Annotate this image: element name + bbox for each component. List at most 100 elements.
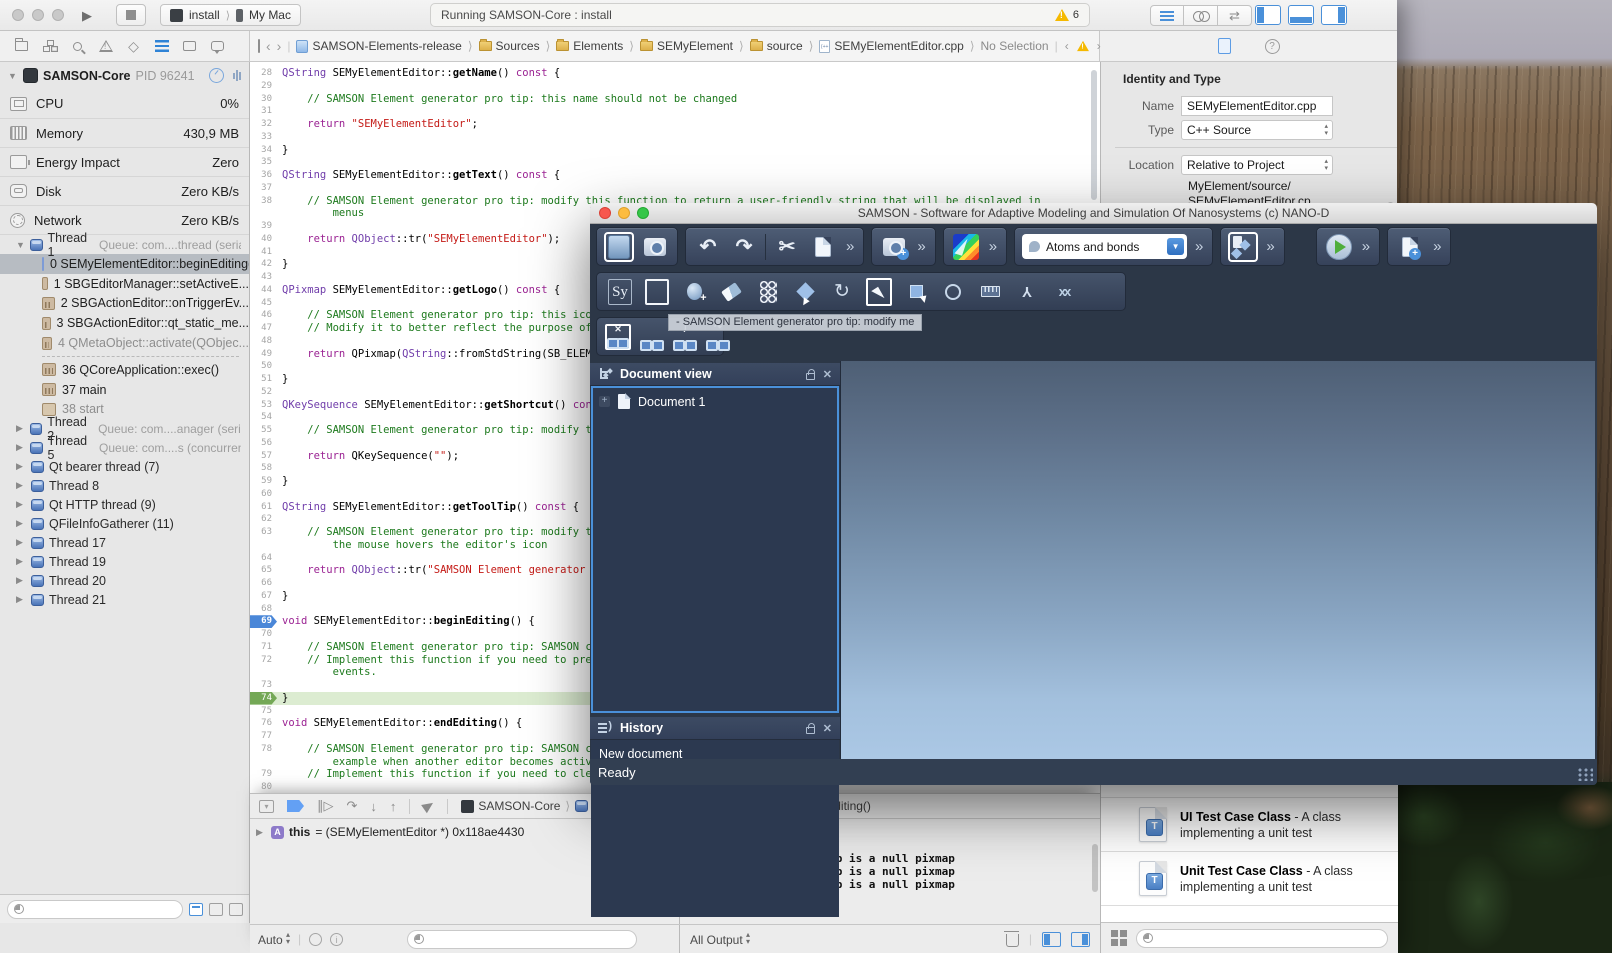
line-number-gutter[interactable]: 39	[250, 220, 277, 233]
stack-frame-row[interactable]: 36 QCoreApplication::exec()	[0, 360, 249, 380]
overflow-chevron-icon[interactable]: »	[1360, 238, 1372, 255]
rotate-view-tool-button[interactable]	[940, 278, 966, 306]
line-number-gutter[interactable]	[250, 539, 277, 552]
zoom-button[interactable]	[637, 207, 649, 219]
library-item[interactable]: UI Test Case Class - A class implementin…	[1101, 798, 1398, 852]
thread-row[interactable]: ▶Thread 8	[0, 476, 249, 495]
console-scrollbar[interactable]	[1092, 844, 1098, 892]
breadcrumb-item[interactable]: SAMSON-Elements-release	[296, 39, 461, 53]
line-number-gutter[interactable]: 35	[250, 156, 277, 169]
line-number-gutter[interactable]: 47	[250, 322, 277, 335]
screenshot-button[interactable]	[640, 232, 670, 262]
disclosure-icon[interactable]: ▶	[256, 827, 266, 838]
thread-row[interactable]: ▶Thread 17	[0, 533, 249, 552]
line-number-gutter[interactable]: 45	[250, 297, 277, 310]
report-navigator-tab[interactable]	[210, 39, 225, 54]
stack-frame-row[interactable]: 38 start	[0, 400, 249, 420]
twist-tool-button[interactable]: xx	[1051, 278, 1077, 306]
line-number-gutter[interactable]: 63	[250, 526, 277, 539]
test-navigator-tab[interactable]: ◇	[126, 39, 141, 54]
node-editor-button[interactable]	[1228, 232, 1258, 262]
show-variables-pane-button[interactable]	[1042, 932, 1061, 947]
profile-icon[interactable]	[233, 70, 241, 81]
measure-tool-button[interactable]	[977, 278, 1003, 306]
stack-frame-row[interactable]: 2 SBGActionEditor::onTriggerEv...	[0, 294, 249, 314]
gauge-row-memory[interactable]: Memory430,9 MB	[0, 118, 249, 147]
lock-icon[interactable]	[806, 727, 815, 734]
stack-frame-row[interactable]: 37 main	[0, 380, 249, 400]
document-view-header[interactable]: Document view ✕	[590, 363, 840, 386]
symbol-navigator-tab[interactable]	[42, 39, 57, 54]
breadcrumb-item[interactable]: No Selection	[981, 39, 1049, 53]
line-number-gutter[interactable]: 56	[250, 437, 277, 450]
overflow-chevron-icon[interactable]: »	[1264, 238, 1276, 255]
stop-button[interactable]	[116, 4, 146, 26]
debug-navigator-tab[interactable]	[154, 39, 169, 54]
continue-button[interactable]: ∥▷	[317, 798, 334, 814]
close-panel-icon[interactable]: ✕	[823, 722, 832, 735]
library-item[interactable]: Unit Test Case Class - A class implement…	[1101, 852, 1398, 906]
document-item[interactable]: +Document 1	[593, 388, 837, 415]
thread-row[interactable]: ▶Thread 21	[0, 590, 249, 609]
line-number-gutter[interactable]: 34	[250, 144, 277, 157]
line-number-gutter[interactable]: 38	[250, 195, 277, 208]
color-scheme-button[interactable]	[951, 232, 981, 262]
stack-frame-row[interactable]: 1 SBGEditorManager::setActiveE...	[0, 274, 249, 294]
line-number-gutter[interactable]	[250, 756, 277, 769]
warning-badge[interactable]: 6	[1055, 9, 1079, 21]
help-inspector-tab[interactable]: ?	[1265, 39, 1280, 54]
minimize-button[interactable]	[618, 207, 630, 219]
related-items-icon[interactable]	[258, 39, 260, 53]
thread-row[interactable]: ▶Qt HTTP thread (9)	[0, 495, 249, 514]
run-button[interactable]: ▶	[82, 8, 92, 24]
gauge-row-energy-impact[interactable]: Energy ImpactZero	[0, 147, 249, 176]
disclosure-icon[interactable]: ▼	[16, 240, 25, 250]
name-field[interactable]: SEMyElementEditor.cpp	[1181, 96, 1333, 116]
copy-button[interactable]	[808, 232, 838, 262]
line-number-gutter[interactable]: 43	[250, 271, 277, 284]
previous-issue-button[interactable]: ‹	[1065, 39, 1069, 53]
line-number-gutter[interactable]: 80	[250, 781, 277, 793]
add-atom-tool-button[interactable]	[681, 278, 707, 306]
eraser-tool-button[interactable]	[718, 278, 744, 306]
line-number-gutter[interactable]: 52	[250, 386, 277, 399]
type-dropdown[interactable]: C++ Source▴▾	[1181, 120, 1333, 140]
line-number-gutter[interactable]: 41	[250, 246, 277, 259]
line-number-gutter[interactable]: 76	[250, 717, 277, 730]
line-number-gutter[interactable]: 61	[250, 501, 277, 514]
library-search-field[interactable]	[1136, 929, 1388, 948]
line-number-gutter[interactable]: 58	[250, 462, 277, 475]
pointer-tool-button[interactable]	[866, 278, 892, 306]
console-output-dropdown[interactable]: All Output ▴▾	[690, 931, 750, 947]
thread-row[interactable]: ▶Thread 20	[0, 571, 249, 590]
breadcrumb-item[interactable]: source	[750, 39, 803, 53]
gauge-row-disk[interactable]: DiskZero KB/s	[0, 176, 249, 205]
angle-tool-button[interactable]: Y	[1014, 278, 1040, 306]
undo-button[interactable]: ↶	[693, 232, 723, 262]
visualization-preset-dropdown[interactable]: Atoms and bonds ▼	[1022, 234, 1187, 259]
gauge-row-cpu[interactable]: CPU0%	[0, 89, 249, 118]
breadcrumb-item[interactable]: Sources	[479, 39, 540, 53]
step-into-button[interactable]: ↓	[370, 799, 377, 814]
line-number-gutter[interactable]: 42	[250, 258, 277, 271]
close-button[interactable]	[599, 207, 611, 219]
watch-icon[interactable]	[309, 933, 322, 946]
line-number-gutter[interactable]: 46	[250, 309, 277, 322]
forward-button[interactable]: ›	[277, 38, 282, 54]
gauge-row-network[interactable]: NetworkZero KB/s	[0, 205, 249, 234]
line-number-gutter[interactable]: 28	[250, 67, 277, 80]
assistant-editor-button[interactable]	[1184, 5, 1218, 26]
stereo-on-button[interactable]	[640, 324, 664, 350]
move-tool-button[interactable]	[792, 278, 818, 306]
line-number-gutter[interactable]: 69	[250, 615, 277, 628]
overflow-chevron-icon[interactable]: »	[1193, 238, 1205, 255]
symbols-tool-button[interactable]: Sy	[607, 278, 633, 306]
line-number-gutter[interactable]: 48	[250, 335, 277, 348]
filter-running-toggle[interactable]	[189, 903, 203, 916]
close-panel-icon[interactable]: ✕	[823, 368, 832, 381]
show-console-pane-button[interactable]	[1071, 932, 1090, 947]
breadcrumb-item[interactable]: SEMyElementEditor.cpp	[819, 39, 963, 53]
editor-scrollbar[interactable]	[1091, 70, 1097, 200]
toggle-inspector-button[interactable]	[1321, 5, 1347, 25]
line-number-gutter[interactable]: 57	[250, 450, 277, 463]
